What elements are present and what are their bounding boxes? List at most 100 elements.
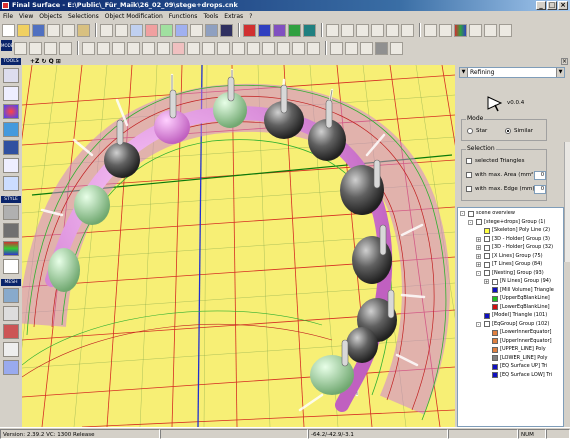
rotate-icon[interactable] (29, 41, 42, 55)
color-swatch[interactable] (492, 287, 498, 293)
3d-viewport[interactable] (22, 65, 455, 427)
save-icon[interactable] (32, 23, 45, 37)
tree-item[interactable]: [LowerInnerEquator] (458, 328, 563, 337)
move-icon[interactable] (14, 41, 27, 55)
menu-tools[interactable]: Tools (203, 13, 218, 20)
menu-help[interactable]: ? (249, 13, 252, 20)
max-edge-checkbox[interactable] (466, 186, 472, 192)
color-swatch[interactable] (484, 253, 490, 259)
tree-item[interactable]: + [N Lines] Group (94) (458, 277, 563, 286)
knife-icon[interactable] (277, 41, 290, 55)
arrow-up-icon[interactable] (341, 23, 354, 37)
box-teal-icon[interactable] (303, 23, 316, 37)
cut-mesh-icon[interactable] (187, 41, 200, 55)
tree-item[interactable]: [Mill Volume] Triangle (458, 286, 563, 295)
color-swatch[interactable] (484, 236, 490, 242)
expand-icon[interactable]: + (484, 279, 489, 284)
camera-icon[interactable] (112, 41, 125, 55)
visibility-checkbox[interactable] (484, 270, 490, 276)
viewport-nav-glyphs[interactable]: +Z ↻ Q ⊞ (30, 58, 61, 65)
menu-view[interactable]: View (19, 13, 33, 20)
menu-extras[interactable]: Extras (224, 13, 243, 20)
dropdown-arrow-icon[interactable]: ▼ (556, 68, 564, 77)
color-swatch[interactable] (484, 261, 490, 268)
tree-item[interactable]: - [Nesting] Group (93) (458, 269, 563, 278)
flat-style-icon[interactable] (3, 223, 19, 238)
color-swatch[interactable] (492, 278, 498, 285)
new-file-icon[interactable] (2, 23, 15, 37)
undo-icon[interactable] (100, 23, 113, 37)
mesh-tool-5-icon[interactable] (3, 360, 19, 375)
axis-tool-icon[interactable] (3, 158, 19, 173)
tree-item[interactable]: [UpperInnerEquator] (458, 337, 563, 346)
menu-objects[interactable]: Objects (39, 13, 62, 20)
axis-z-icon[interactable] (175, 23, 188, 37)
expand-icon[interactable]: + (476, 245, 481, 250)
scale-icon[interactable] (44, 41, 57, 55)
merge-icon[interactable] (307, 41, 320, 55)
triangle-left-icon[interactable] (371, 23, 384, 37)
axes-icon[interactable] (59, 41, 72, 55)
point-cloud-icon[interactable] (127, 41, 140, 55)
tree-item[interactable]: + [T Lines] Group (84) (458, 260, 563, 269)
color-swatch[interactable] (492, 295, 498, 302)
color-swatch[interactable] (492, 355, 498, 361)
box-green-icon[interactable] (288, 23, 301, 37)
render-mode-icon[interactable] (390, 41, 403, 55)
cube-icon[interactable] (220, 23, 233, 37)
max-edge-spin[interactable]: 0 (534, 185, 546, 194)
minimize-button[interactable]: _ (536, 1, 546, 10)
tool-dropdown[interactable]: ▼ Refining ▼ (459, 67, 565, 78)
collapse-icon[interactable]: - (476, 270, 481, 276)
tree-item[interactable]: + [X Lines] Group (75) (458, 252, 563, 261)
plane-icon[interactable] (3, 176, 19, 191)
max-area-spin[interactable]: 0 (534, 171, 546, 180)
visibility-checkbox[interactable] (468, 210, 474, 217)
maximize-button[interactable]: □ (547, 1, 557, 10)
surface-icon[interactable] (3, 122, 19, 137)
dropdown-left-icon[interactable]: ▼ (460, 68, 468, 77)
panel-close-icon[interactable]: × (561, 58, 568, 65)
point-icon[interactable] (401, 23, 414, 37)
open-file-icon[interactable] (17, 23, 30, 37)
menu-object-modification[interactable]: Object Modification (105, 13, 163, 20)
color-swatch[interactable] (492, 304, 498, 310)
tree-item[interactable]: [UPPER_LINE] Poly (458, 345, 563, 354)
mirror-icon[interactable] (247, 41, 260, 55)
menu-file[interactable]: File (3, 13, 13, 20)
box-purple-icon[interactable] (273, 23, 286, 37)
tree-item[interactable]: + [3D - Holder] Group (32) (458, 243, 563, 252)
color-style-icon[interactable] (3, 241, 19, 256)
collapse-icon[interactable]: - (460, 211, 465, 216)
tree-item[interactable]: - scene overview (458, 209, 563, 218)
sphere-icon[interactable] (205, 23, 218, 37)
color-swatch[interactable] (492, 372, 498, 378)
expand-icon[interactable]: + (476, 253, 481, 259)
triangle-right-icon[interactable] (386, 23, 399, 37)
mode-star-radio[interactable] (467, 128, 473, 134)
max-area-checkbox[interactable] (466, 172, 472, 178)
mesh-tool-1-icon[interactable] (3, 288, 19, 303)
face-mode-icon[interactable] (345, 41, 358, 55)
tree-item[interactable]: [EQ Surface LOW] Tri (458, 371, 563, 380)
redo-icon[interactable] (115, 23, 128, 37)
smooth-icon[interactable] (217, 41, 230, 55)
tree-item[interactable]: [Model] Triangle (101) (458, 311, 563, 320)
zoom-icon[interactable] (97, 41, 110, 55)
display-icon[interactable] (469, 23, 482, 37)
copy-icon[interactable] (62, 23, 75, 37)
tree-item[interactable]: [LowerEqBlankLine] (458, 303, 563, 312)
expand-icon[interactable]: + (476, 262, 481, 267)
mesh-table-icon[interactable] (190, 23, 203, 37)
tree-item[interactable]: [LOWER_LINE] Poly (458, 354, 563, 363)
fill-icon[interactable] (232, 41, 245, 55)
menu-selections[interactable]: Selections (68, 13, 99, 20)
wire-mode-icon[interactable] (360, 41, 373, 55)
color-swatch[interactable] (484, 227, 490, 234)
mesh-tool-3-icon[interactable] (3, 324, 19, 339)
tree-item[interactable]: [Skeleton] Poly Line (2) (458, 226, 563, 235)
mode-similar-radio[interactable] (505, 128, 511, 134)
axis-y-icon[interactable] (160, 23, 173, 37)
paste-icon[interactable] (77, 23, 90, 37)
edges-icon[interactable] (439, 23, 452, 37)
